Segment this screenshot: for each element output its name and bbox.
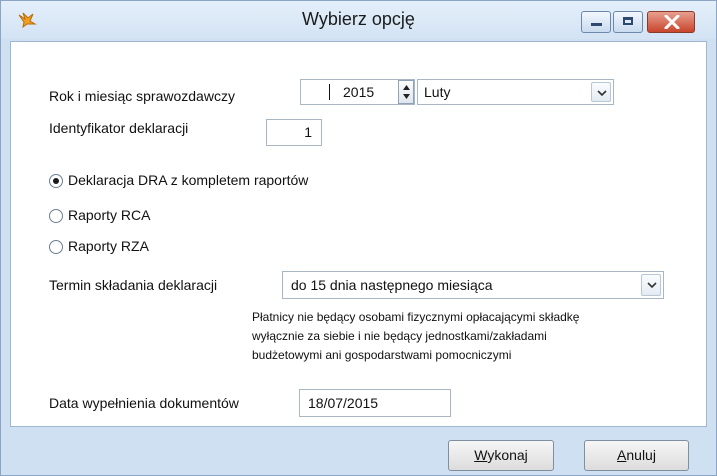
radio-selected-dot xyxy=(53,178,59,184)
period-label: Rok i miesiąc sprawozdawczy xyxy=(49,88,235,104)
minimize-icon xyxy=(591,23,602,26)
execute-mnemonic: W xyxy=(474,447,488,463)
maximize-icon xyxy=(623,17,633,25)
close-icon xyxy=(664,14,680,34)
note-line: Płatnicy nie będący osobami fizycznymi o… xyxy=(252,310,580,324)
text-caret xyxy=(329,84,330,100)
identifier-value: 1 xyxy=(304,124,312,140)
button-bar: Wykonaj Anuluj xyxy=(2,428,715,475)
month-dropdown-button[interactable] xyxy=(591,82,611,102)
deadline-label: Termin składania deklaracji xyxy=(49,277,218,293)
deadline-value: do 15 dnia następnego miesiąca xyxy=(291,277,493,293)
deadline-dropdown-button[interactable] xyxy=(641,274,661,296)
maximize-button[interactable] xyxy=(613,11,643,33)
year-value: 2015 xyxy=(343,84,375,100)
note-line: wyłącznie za siebie i nie będący jednost… xyxy=(252,329,547,343)
radio-rca[interactable] xyxy=(49,209,63,223)
option-rca-label: Raporty RCA xyxy=(68,207,151,223)
payer-note: Płatnicy nie będący osobami fizycznymi o… xyxy=(252,308,579,365)
identifier-label: Identyfikator deklaracji xyxy=(49,120,189,136)
spin-updown-icon xyxy=(402,84,411,105)
close-button[interactable] xyxy=(647,11,695,33)
date-field[interactable]: 18/07/2015 xyxy=(299,389,451,417)
date-value: 18/07/2015 xyxy=(308,395,379,411)
execute-button[interactable]: Wykonaj xyxy=(448,440,554,471)
chevron-down-icon xyxy=(597,90,607,97)
month-value: Luty xyxy=(424,84,451,100)
cancel-button[interactable]: Anuluj xyxy=(584,440,689,471)
dialog-content: Rok i miesiąc sprawozdawczy 2015 Luty Id… xyxy=(10,41,707,427)
cancel-mnemonic: A xyxy=(617,447,627,463)
dialog-window: Wybierz opcję Rok i miesiąc sprawozdawcz… xyxy=(0,0,717,476)
execute-label: ykonaj xyxy=(487,447,528,463)
option-rza-label: Raporty RZA xyxy=(68,238,149,254)
year-spinner[interactable] xyxy=(398,80,414,104)
radio-dra[interactable] xyxy=(49,174,63,188)
title-bar[interactable]: Wybierz opcję xyxy=(1,1,716,39)
note-line: budżetowymi ani gospodarstwami pomocnicz… xyxy=(252,348,512,362)
deadline-select[interactable]: do 15 dnia następnego miesiąca xyxy=(282,271,664,299)
option-dra-label: Deklaracja DRA z kompletem raportów xyxy=(68,172,309,188)
identifier-field[interactable]: 1 xyxy=(266,119,322,146)
month-select[interactable]: Luty xyxy=(417,79,614,105)
chevron-down-icon xyxy=(647,282,657,289)
minimize-button[interactable] xyxy=(581,11,611,33)
radio-rza[interactable] xyxy=(49,240,63,254)
date-label: Data wypełnienia dokumentów xyxy=(49,395,239,411)
cancel-label: nuluj xyxy=(626,447,656,463)
